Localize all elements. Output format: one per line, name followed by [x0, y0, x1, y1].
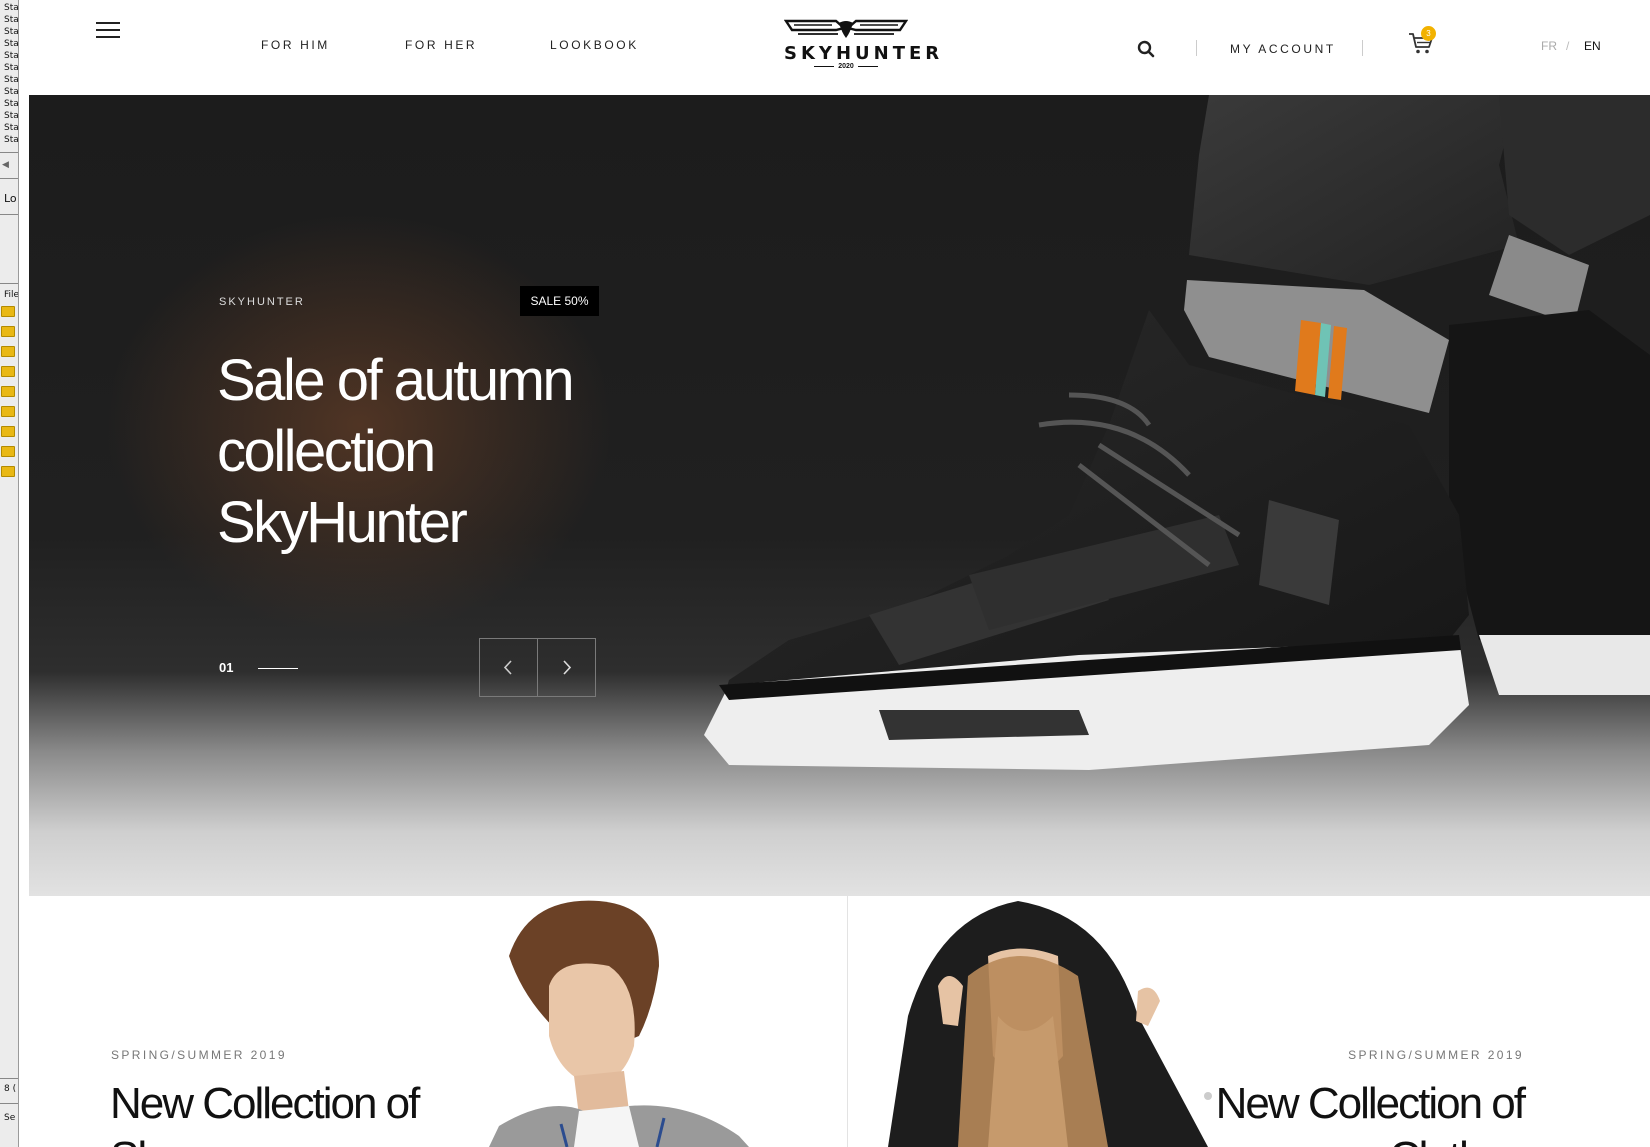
- folder-icon[interactable]: [1, 406, 15, 417]
- logo-wings-icon: [784, 19, 908, 38]
- header-divider: [1196, 40, 1197, 56]
- site-header: FOR HIM FOR HER LOOKBOOK SKYHUNTER 2020 …: [29, 0, 1650, 95]
- folder-icon[interactable]: [1, 306, 15, 317]
- folder-icon[interactable]: [1, 426, 15, 437]
- hero-slider: SKYHUNTER SALE 50% Sale of autumn collec…: [29, 95, 1650, 896]
- next-slide-button[interactable]: [537, 638, 596, 697]
- search-icon[interactable]: [1137, 40, 1155, 58]
- nav-for-her[interactable]: FOR HER: [405, 38, 477, 52]
- my-account-link[interactable]: MY ACCOUNT: [1230, 42, 1336, 56]
- folder-icon[interactable]: [1, 466, 15, 477]
- site: FOR HIM FOR HER LOOKBOOK SKYHUNTER 2020 …: [29, 0, 1650, 1147]
- bg-row: Sta: [4, 39, 19, 49]
- hero-title-line: SkyHunter: [217, 490, 468, 555]
- folder-icon[interactable]: [1, 386, 15, 397]
- language-fr[interactable]: FR: [1541, 39, 1557, 53]
- language-separator: /: [1566, 39, 1570, 53]
- promo-title-line: Clothes: [1216, 1131, 1526, 1147]
- promo-title-line: Shoes: [110, 1131, 418, 1147]
- folder-icon[interactable]: [1, 346, 15, 357]
- promo-title: New Collection of Clothes: [1215, 1077, 1526, 1147]
- promo-season: SPRING/SUMMER 2019: [111, 1048, 287, 1062]
- background-window-strip: Sta Sta Sta Sta Sta Sta Sta Sta Sta Sta …: [0, 0, 19, 1147]
- promo-model-girl-image: [888, 901, 1212, 1147]
- folder-icon[interactable]: [1, 446, 15, 457]
- header-divider: [1362, 40, 1363, 56]
- bg-row: Sta: [4, 123, 19, 133]
- bg-label-count: 8 (: [4, 1084, 17, 1094]
- logo-year: 2020: [784, 63, 908, 70]
- menu-icon[interactable]: [96, 22, 120, 40]
- bg-row: Sta: [4, 87, 19, 97]
- promo-season: SPRING/SUMMER 2019: [1348, 1048, 1524, 1062]
- language-en[interactable]: EN: [1584, 39, 1601, 53]
- bg-row: Sta: [4, 63, 19, 73]
- chevron-left-icon: [503, 660, 512, 675]
- promo-title-line: New Collection of: [110, 1079, 420, 1128]
- nav-for-him[interactable]: FOR HIM: [261, 38, 330, 52]
- logo[interactable]: SKYHUNTER 2020: [784, 19, 944, 73]
- bg-row: Sta: [4, 111, 19, 121]
- bg-label-se: Se: [4, 1113, 16, 1123]
- bg-row: Sta: [4, 15, 19, 25]
- promo-shoes[interactable]: SPRING/SUMMER 2019 New Collection of Sho…: [29, 896, 848, 1147]
- bg-row: Sta: [4, 135, 19, 145]
- sale-badge: SALE 50%: [520, 286, 599, 316]
- bg-row: Sta: [4, 99, 19, 109]
- hero-title-line: Sale of autumn: [217, 348, 575, 413]
- scroll-left-icon[interactable]: ◀: [2, 160, 16, 174]
- slide-progress-line: [258, 668, 298, 669]
- slide-number: 01: [219, 660, 234, 675]
- hero-brand: SKYHUNTER: [219, 296, 305, 308]
- bg-row: Sta: [4, 51, 19, 61]
- logo-wordmark: SKYHUNTER: [784, 43, 944, 64]
- promo-clothes[interactable]: SPRING/SUMMER 2019 New Collection of Clo…: [848, 896, 1650, 1147]
- hero-title-line: collection: [217, 419, 436, 484]
- bg-label-file: File: [4, 290, 19, 300]
- bg-row: Sta: [4, 75, 19, 85]
- nav-lookbook[interactable]: LOOKBOOK: [550, 38, 639, 52]
- prev-slide-button[interactable]: [479, 638, 538, 697]
- bg-label-lo: Lo: [4, 192, 17, 205]
- bg-row: Sta: [4, 3, 19, 13]
- bg-row: Sta: [4, 27, 19, 37]
- promo-model-boy-image: [489, 900, 749, 1147]
- cart-count-badge: 3: [1421, 26, 1436, 41]
- chevron-right-icon: [563, 660, 572, 675]
- hero-title: Sale of autumn collection SkyHunter: [217, 345, 637, 558]
- folder-icon[interactable]: [1, 366, 15, 377]
- folder-icon[interactable]: [1, 326, 15, 337]
- promo-title-line: New Collection of: [1215, 1079, 1526, 1128]
- promo-title: New Collection of Shoes: [110, 1077, 420, 1147]
